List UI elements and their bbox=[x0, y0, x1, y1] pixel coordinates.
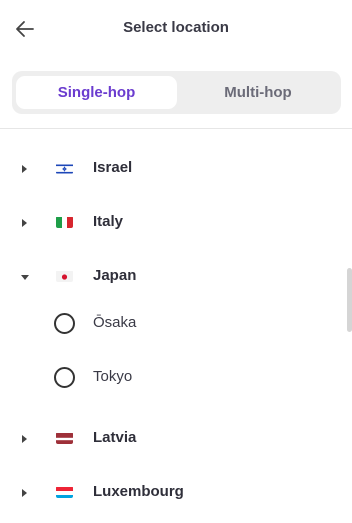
tab-multi-hop[interactable]: Multi-hop bbox=[179, 76, 337, 109]
city-label: Ōsaka bbox=[93, 314, 137, 331]
country-label: Italy bbox=[93, 213, 124, 230]
city-label: Tokyo bbox=[93, 368, 133, 385]
location-list: Israel Italy Japan Ōsaka Tokyo Latvia Lu… bbox=[0, 129, 352, 523]
country-row-japan[interactable]: Japan bbox=[0, 250, 346, 304]
radio-button[interactable] bbox=[54, 313, 75, 334]
radio-button[interactable] bbox=[54, 367, 75, 388]
flag-japan-icon bbox=[56, 270, 73, 282]
city-row-tokyo[interactable]: Tokyo bbox=[0, 351, 346, 405]
caret-right-icon[interactable] bbox=[22, 489, 27, 497]
scrollbar-thumb[interactable] bbox=[347, 268, 352, 332]
country-row-israel[interactable]: Israel bbox=[0, 142, 346, 196]
country-label: Luxembourg bbox=[93, 483, 184, 500]
flag-italy-icon bbox=[56, 216, 73, 228]
header: Select location bbox=[0, 0, 352, 58]
country-label: Japan bbox=[93, 267, 137, 284]
caret-right-icon[interactable] bbox=[22, 165, 27, 173]
caret-down-icon[interactable] bbox=[21, 275, 29, 280]
caret-right-icon[interactable] bbox=[22, 219, 27, 227]
country-label: Latvia bbox=[93, 429, 137, 446]
flag-israel-icon bbox=[56, 162, 73, 174]
flag-luxembourg-icon bbox=[56, 486, 73, 498]
city-row-osaka[interactable]: Ōsaka bbox=[0, 297, 346, 351]
country-row-italy[interactable]: Italy bbox=[0, 196, 346, 250]
country-label: Israel bbox=[93, 159, 133, 176]
country-row-latvia[interactable]: Latvia bbox=[0, 412, 346, 466]
flag-latvia-icon bbox=[56, 432, 73, 444]
caret-right-icon[interactable] bbox=[22, 435, 27, 443]
tab-single-hop[interactable]: Single-hop bbox=[16, 76, 177, 109]
country-row-luxembourg[interactable]: Luxembourg bbox=[0, 466, 346, 520]
page-title: Select location bbox=[123, 19, 229, 36]
hop-mode-tabs: Single-hop Multi-hop bbox=[12, 71, 341, 114]
